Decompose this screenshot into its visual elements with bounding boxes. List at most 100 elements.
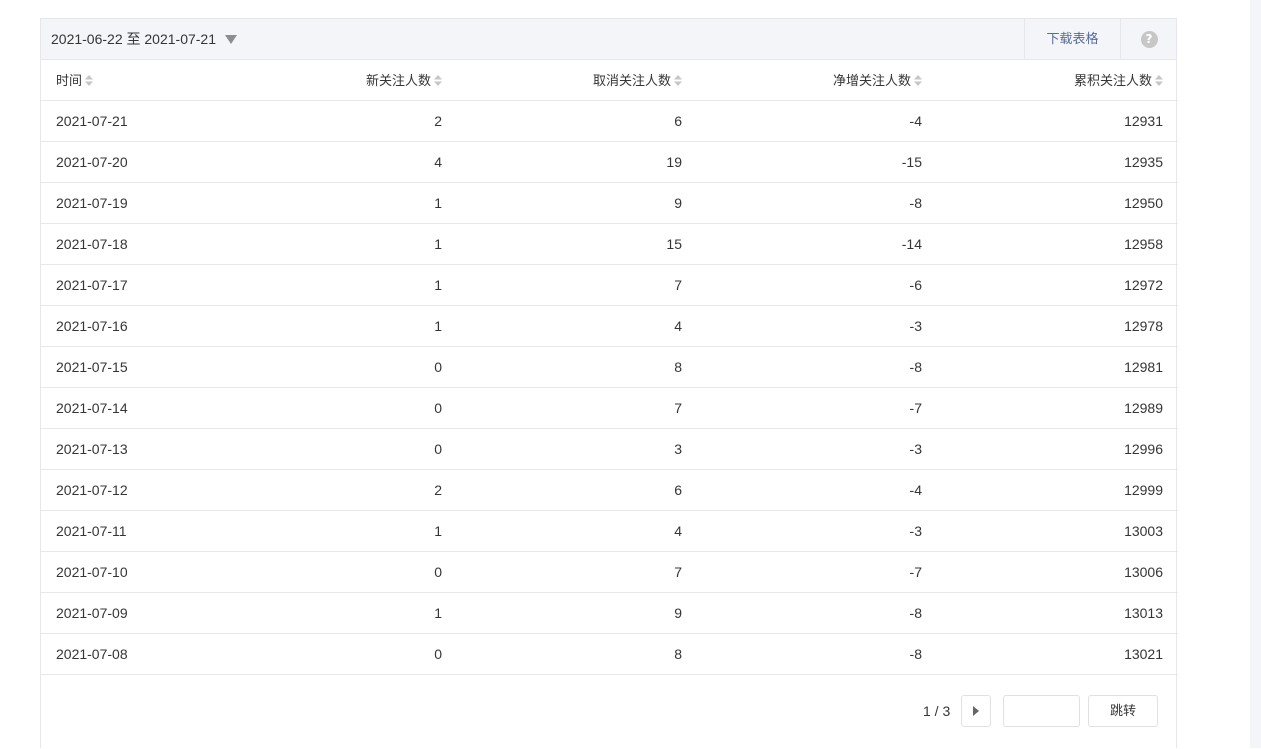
table-cell: 2021-07-12 bbox=[41, 469, 250, 511]
date-range-picker[interactable]: 2021-06-22 至 2021-07-21 bbox=[51, 19, 238, 59]
table-cell: -8 bbox=[682, 346, 922, 388]
table-row: 2021-07-15 0 8 -8 12981 bbox=[41, 346, 1178, 388]
table-body: 2021-07-21 2 6 -4 12931 2021-07-20 4 19 -15 12935… bbox=[41, 100, 1178, 675]
table-cell: -7 bbox=[682, 551, 922, 593]
table-cell: 2021-07-17 bbox=[41, 264, 250, 306]
table-cell: -4 bbox=[682, 100, 922, 142]
table-cell: 15 bbox=[442, 223, 682, 265]
table-cell: 2021-07-09 bbox=[41, 592, 250, 634]
right-scroll-gutter bbox=[1250, 0, 1261, 748]
table-cell: -3 bbox=[682, 510, 922, 552]
sort-icon bbox=[1155, 75, 1163, 87]
help-icon: ? bbox=[1140, 30, 1158, 48]
table-cell: 1 bbox=[250, 182, 442, 224]
table-row: 2021-07-21 2 6 -4 12931 bbox=[41, 100, 1178, 142]
column-header-label: 取消关注人数 bbox=[592, 73, 671, 89]
table-cell: 2021-07-11 bbox=[41, 510, 250, 552]
date-range-label: 2021-06-22 至 2021-07-21 bbox=[51, 31, 217, 47]
table-cell: 2021-07-19 bbox=[41, 182, 250, 224]
table-cell: 0 bbox=[250, 633, 442, 675]
page-indicator: 1 / 3 bbox=[923, 703, 951, 719]
table-cell: -4 bbox=[682, 469, 922, 511]
table-cell: -7 bbox=[682, 387, 922, 429]
column-header-1[interactable]: 新关注人数 bbox=[250, 60, 442, 101]
table-row: 2021-07-09 1 9 -8 13013 bbox=[41, 592, 1178, 634]
table-row: 2021-07-12 2 6 -4 12999 bbox=[41, 469, 1178, 511]
next-page-icon bbox=[973, 706, 979, 716]
table-cell: 4 bbox=[250, 141, 442, 183]
pagination: 1 / 3 跳转 bbox=[41, 695, 1178, 749]
download-table-button[interactable]: 下载表格 bbox=[1024, 19, 1121, 59]
fans-data-panel: 2021-06-22 至 2021-07-21 下载表格 ? 时间 新关注人数 取消… bbox=[40, 18, 1178, 749]
table-cell: 1 bbox=[250, 264, 442, 306]
table-cell: 2021-07-21 bbox=[41, 100, 250, 142]
sort-icon bbox=[674, 75, 682, 87]
table-cell: 12958 bbox=[922, 223, 1178, 265]
table-cell: 0 bbox=[250, 346, 442, 388]
table-cell: 7 bbox=[442, 551, 682, 593]
sort-icon bbox=[85, 75, 94, 87]
table-row: 2021-07-13 0 3 -3 12996 bbox=[41, 428, 1178, 470]
column-header-label: 新关注人数 bbox=[365, 73, 431, 89]
table-cell: 1 bbox=[250, 592, 442, 634]
table-row: 2021-07-18 1 15 -14 12958 bbox=[41, 223, 1178, 265]
help-button[interactable]: ? bbox=[1121, 19, 1177, 59]
table-cell: 3 bbox=[442, 428, 682, 470]
fans-data-table: 时间 新关注人数 取消关注人数 净增关注人数 累积关注人数 2021-07-21 2 6 -4… bbox=[41, 60, 1178, 675]
table-row: 2021-07-20 4 19 -15 12935 bbox=[41, 141, 1178, 183]
table-cell: 13021 bbox=[922, 633, 1178, 675]
table-cell: 1 bbox=[250, 305, 442, 347]
column-header-label: 净增关注人数 bbox=[832, 73, 911, 89]
table-cell: 13003 bbox=[922, 510, 1178, 552]
table-cell: 12950 bbox=[922, 182, 1178, 224]
table-cell: 12931 bbox=[922, 100, 1178, 142]
page-number-input[interactable] bbox=[1003, 695, 1080, 727]
table-cell: 1 bbox=[250, 223, 442, 265]
table-cell: -8 bbox=[682, 182, 922, 224]
table-cell: 8 bbox=[442, 346, 682, 388]
table-cell: 0 bbox=[250, 387, 442, 429]
table-cell: 12935 bbox=[922, 141, 1178, 183]
column-header-3[interactable]: 净增关注人数 bbox=[682, 60, 922, 101]
table-row: 2021-07-08 0 8 -8 13021 bbox=[41, 633, 1178, 675]
column-header-2[interactable]: 取消关注人数 bbox=[442, 60, 682, 101]
table-cell: 12996 bbox=[922, 428, 1178, 470]
table-cell: 0 bbox=[250, 428, 442, 470]
table-cell: 12989 bbox=[922, 387, 1178, 429]
column-header-label: 时间 bbox=[56, 73, 83, 89]
table-cell: 8 bbox=[442, 633, 682, 675]
table-cell: 19 bbox=[442, 141, 682, 183]
column-header-0[interactable]: 时间 bbox=[41, 60, 250, 101]
table-cell: 2 bbox=[250, 100, 442, 142]
table-row: 2021-07-19 1 9 -8 12950 bbox=[41, 182, 1178, 224]
table-cell: 7 bbox=[442, 264, 682, 306]
table-cell: 2021-07-15 bbox=[41, 346, 250, 388]
table-cell: 6 bbox=[442, 469, 682, 511]
table-cell: 2021-07-08 bbox=[41, 633, 250, 675]
table-cell: 4 bbox=[442, 510, 682, 552]
table-row: 2021-07-17 1 7 -6 12972 bbox=[41, 264, 1178, 306]
table-cell: -3 bbox=[682, 428, 922, 470]
table-cell: -6 bbox=[682, 264, 922, 306]
table-row: 2021-07-11 1 4 -3 13003 bbox=[41, 510, 1178, 552]
table-cell: 2 bbox=[250, 469, 442, 511]
table-cell: 2021-07-18 bbox=[41, 223, 250, 265]
table-cell: 7 bbox=[442, 387, 682, 429]
column-header-label: 累积关注人数 bbox=[1073, 73, 1152, 89]
table-cell: -8 bbox=[682, 592, 922, 634]
table-cell: -8 bbox=[682, 633, 922, 675]
table-cell: -15 bbox=[682, 141, 922, 183]
jump-button[interactable]: 跳转 bbox=[1088, 695, 1158, 727]
table-cell: 9 bbox=[442, 592, 682, 634]
sort-icon bbox=[434, 75, 442, 87]
column-header-4[interactable]: 累积关注人数 bbox=[922, 60, 1178, 101]
caret-down-icon bbox=[225, 35, 238, 44]
table-cell: 12978 bbox=[922, 305, 1178, 347]
table-cell: 2021-07-14 bbox=[41, 387, 250, 429]
table-cell: 2021-07-16 bbox=[41, 305, 250, 347]
table-cell: -3 bbox=[682, 305, 922, 347]
table-cell: 6 bbox=[442, 100, 682, 142]
next-page-button[interactable] bbox=[961, 695, 991, 727]
table-cell: 13006 bbox=[922, 551, 1178, 593]
table-cell: 12972 bbox=[922, 264, 1178, 306]
